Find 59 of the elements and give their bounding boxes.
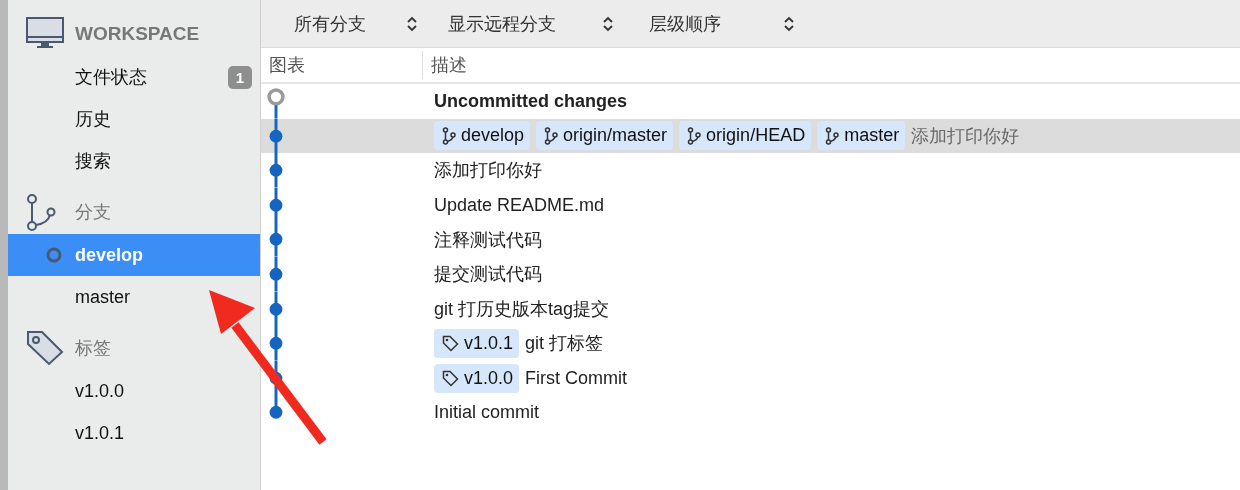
sidebar-label: 文件状态 <box>75 66 147 89</box>
tag-icon <box>442 334 459 352</box>
sidebar-item[interactable]: v1.0.0 <box>8 370 260 412</box>
dropdown[interactable]: 层级顺序 <box>649 11 795 36</box>
ref-label[interactable]: origin/master <box>536 121 674 151</box>
sidebar-item[interactable]: v1.0.1 <box>8 412 260 454</box>
column-header[interactable]: 描述 <box>423 53 467 77</box>
sidebar-label: v1.0.1 <box>75 422 125 444</box>
branch-icon <box>687 126 702 145</box>
commit-row[interactable]: 添加打印你好 <box>261 153 1240 188</box>
commit-row[interactable]: Initial commit <box>261 395 1240 430</box>
sidebar-label: v1.0.0 <box>75 380 125 402</box>
commit-message: Uncommitted changes <box>434 90 628 112</box>
commit-message: 添加打印你好 <box>911 124 1020 148</box>
ref-label[interactable]: v1.0.1 <box>434 328 520 358</box>
commit-message: 添加打印你好 <box>434 159 542 183</box>
commit-row[interactable]: Uncommitted changes <box>261 84 1240 119</box>
sidebar-item[interactable]: 历史 <box>8 98 260 140</box>
sidebar-item[interactable]: 文件状态 1 <box>8 56 260 98</box>
ref-label[interactable]: v1.0.0 <box>434 363 520 393</box>
commit-message: Initial commit <box>434 402 540 424</box>
branch-icon <box>825 126 840 145</box>
section-title: WORKSPACE <box>75 23 200 45</box>
commit-row[interactable]: git 打历史版本tag提交 <box>261 291 1240 327</box>
branch-icon <box>544 126 559 145</box>
count-badge: 1 <box>227 65 252 89</box>
section-title: 标签 <box>75 337 111 360</box>
column-header[interactable]: 图表 <box>261 51 423 79</box>
ref-label[interactable]: origin/HEAD <box>679 121 812 151</box>
sidebar-item[interactable]: master <box>8 276 260 318</box>
sidebar-label: master <box>75 286 130 308</box>
commit-message: git 打标签 <box>525 332 604 356</box>
commit-row[interactable]: Update README.md <box>261 187 1240 223</box>
ref-label[interactable]: master <box>817 121 906 151</box>
sidebar-item[interactable]: 搜索 <box>8 140 260 182</box>
dropdown[interactable]: 所有分支 <box>294 11 418 36</box>
sidebar-label: develop <box>75 244 144 266</box>
section-title: 分支 <box>75 201 111 224</box>
commit-message: git 打历史版本tag提交 <box>434 297 610 321</box>
commit-message: 注释测试代码 <box>434 228 542 252</box>
commit-message: Update README.md <box>434 194 605 216</box>
sidebar-label: 搜索 <box>75 150 111 173</box>
tag-icon <box>442 369 459 387</box>
monitor-icon <box>26 17 64 51</box>
commit-row[interactable]: 提交测试代码 <box>261 256 1240 292</box>
updown-icon <box>602 14 614 33</box>
commit-row[interactable]: 注释测试代码 <box>261 222 1240 257</box>
commit-message: 提交测试代码 <box>434 263 542 287</box>
updown-icon <box>783 14 795 33</box>
updown-icon <box>406 14 418 33</box>
ref-label[interactable]: develop <box>434 121 531 151</box>
commit-message: First Commit <box>525 367 628 389</box>
branch-icon <box>442 126 456 145</box>
commit-row[interactable]: develop origin/master origin/HEAD master 添加打印你好 <box>261 118 1240 154</box>
tag-icon <box>26 330 64 366</box>
commit-row[interactable]: v1.0.1 git 打标签 <box>261 326 1240 361</box>
sidebar-label: 历史 <box>75 108 111 131</box>
dropdown[interactable]: 显示远程分支 <box>448 11 614 36</box>
branch-icon <box>26 193 56 231</box>
